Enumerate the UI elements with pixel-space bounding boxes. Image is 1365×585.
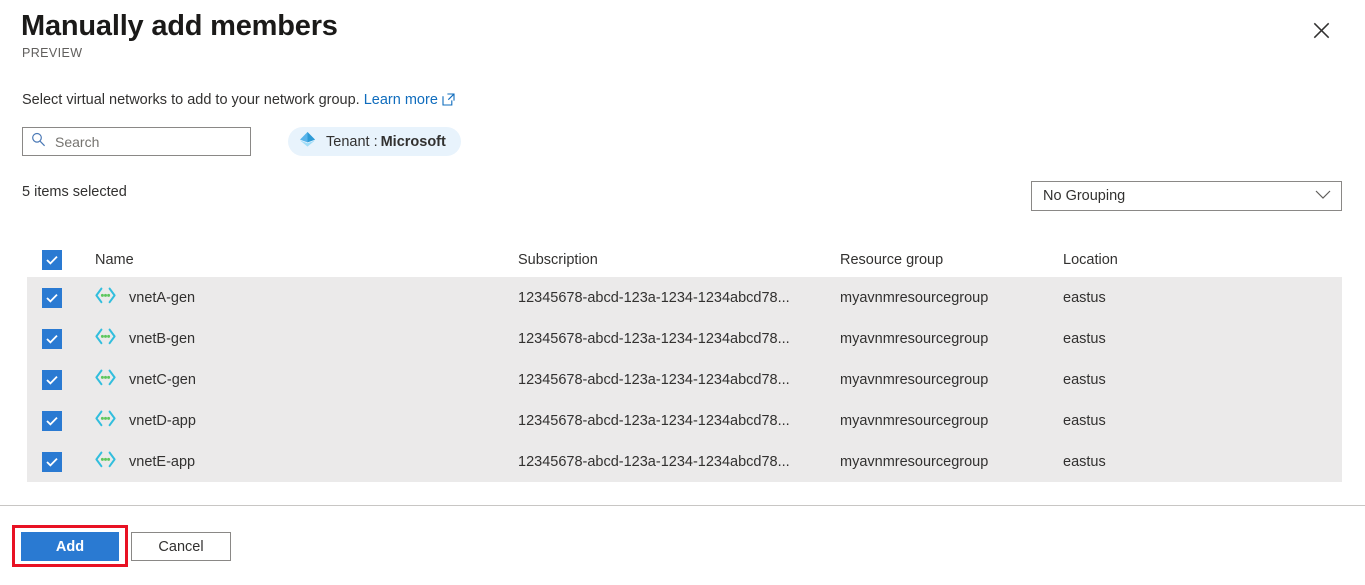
description-text: Select virtual networks to add to your n… (22, 92, 360, 108)
row-location: eastus (1063, 412, 1106, 429)
chevron-down-icon (1315, 187, 1331, 205)
grouping-value: No Grouping (1043, 188, 1126, 204)
tenant-filter-pill[interactable]: Tenant : Microsoft (288, 127, 461, 156)
external-link-icon (442, 92, 455, 112)
learn-more-link[interactable]: Learn more (364, 92, 455, 108)
row-select-cell (27, 369, 95, 390)
search-box[interactable] (22, 127, 251, 156)
close-icon (1313, 22, 1330, 39)
preview-badge: PREVIEW (22, 46, 83, 60)
row-location: eastus (1063, 453, 1106, 470)
row-name-cell: vnetE-app (95, 451, 518, 472)
table-row[interactable]: vnetA-gen 12345678-abcd-123a-1234-1234ab… (27, 277, 1342, 318)
search-icon (31, 132, 46, 152)
table-body: vnetA-gen 12345678-abcd-123a-1234-1234ab… (27, 277, 1342, 482)
row-subscription: 12345678-abcd-123a-1234-1234abcd78... (518, 289, 790, 306)
virtual-network-icon (95, 369, 116, 390)
tenant-value: Microsoft (380, 133, 446, 150)
table-row[interactable]: vnetD-app 12345678-abcd-123a-1234-1234ab… (27, 400, 1342, 441)
row-select-cell (27, 451, 95, 472)
row-name-label: vnetD-app (129, 412, 196, 429)
close-button[interactable] (1305, 14, 1337, 46)
row-select-cell (27, 328, 95, 349)
row-subscription: 12345678-abcd-123a-1234-1234abcd78... (518, 453, 790, 470)
row-resource-group: myavnmresourcegroup (840, 289, 989, 306)
row-name-label: vnetB-gen (129, 330, 196, 347)
row-select-cell (27, 287, 95, 308)
items-selected-count: 5 items selected (22, 184, 127, 200)
virtual-network-icon (95, 451, 116, 472)
row-name-label: vnetA-gen (129, 289, 196, 306)
row-checkbox[interactable] (42, 410, 62, 431)
manually-add-members-panel: Manually add members PREVIEW Select virt… (0, 0, 1365, 585)
cancel-button[interactable]: Cancel (131, 532, 231, 561)
column-header-name[interactable]: Name (95, 252, 518, 268)
row-checkbox[interactable] (42, 328, 62, 349)
row-select-cell (27, 410, 95, 431)
column-header-location[interactable]: Location (1063, 252, 1342, 268)
row-resource-group: myavnmresourcegroup (840, 330, 989, 347)
row-location: eastus (1063, 330, 1106, 347)
row-location: eastus (1063, 371, 1106, 388)
row-location: eastus (1063, 289, 1106, 306)
select-all-cell (27, 249, 95, 270)
row-name-label: vnetC-gen (129, 371, 196, 388)
row-subscription: 12345678-abcd-123a-1234-1234abcd78... (518, 371, 790, 388)
row-name-label: vnetE-app (129, 453, 196, 470)
row-resource-group: myavnmresourcegroup (840, 412, 989, 429)
virtual-network-icon (95, 328, 116, 349)
row-checkbox[interactable] (42, 451, 62, 472)
row-checkbox[interactable] (42, 287, 62, 308)
table-header-row: Name Subscription Resource group Locatio… (27, 242, 1342, 277)
column-header-subscription[interactable]: Subscription (518, 252, 840, 268)
tenant-label: Tenant : (326, 133, 378, 150)
add-button[interactable]: Add (21, 532, 119, 561)
virtual-network-icon (95, 410, 116, 431)
row-subscription: 12345678-abcd-123a-1234-1234abcd78... (518, 330, 790, 347)
description: Select virtual networks to add to your n… (22, 90, 455, 112)
row-checkbox[interactable] (42, 369, 62, 390)
row-name-cell: vnetD-app (95, 410, 518, 431)
azure-tenant-icon (298, 130, 317, 153)
table-row[interactable]: vnetB-gen 12345678-abcd-123a-1234-1234ab… (27, 318, 1342, 359)
row-name-cell: vnetA-gen (95, 287, 518, 308)
virtual-network-icon (95, 287, 116, 308)
row-subscription: 12345678-abcd-123a-1234-1234abcd78... (518, 412, 790, 429)
row-resource-group: myavnmresourcegroup (840, 453, 989, 470)
virtual-networks-table: Name Subscription Resource group Locatio… (27, 242, 1342, 482)
row-resource-group: myavnmresourcegroup (840, 371, 989, 388)
page-title: Manually add members (21, 10, 338, 42)
table-row[interactable]: vnetE-app 12345678-abcd-123a-1234-1234ab… (27, 441, 1342, 482)
grouping-dropdown[interactable]: No Grouping (1031, 181, 1342, 211)
select-all-checkbox[interactable] (42, 249, 62, 270)
learn-more-label: Learn more (363, 92, 438, 108)
search-input[interactable] (55, 133, 242, 150)
column-header-resource-group[interactable]: Resource group (840, 252, 1063, 268)
table-row[interactable]: vnetC-gen 12345678-abcd-123a-1234-1234ab… (27, 359, 1342, 400)
row-name-cell: vnetB-gen (95, 328, 518, 349)
row-name-cell: vnetC-gen (95, 369, 518, 390)
